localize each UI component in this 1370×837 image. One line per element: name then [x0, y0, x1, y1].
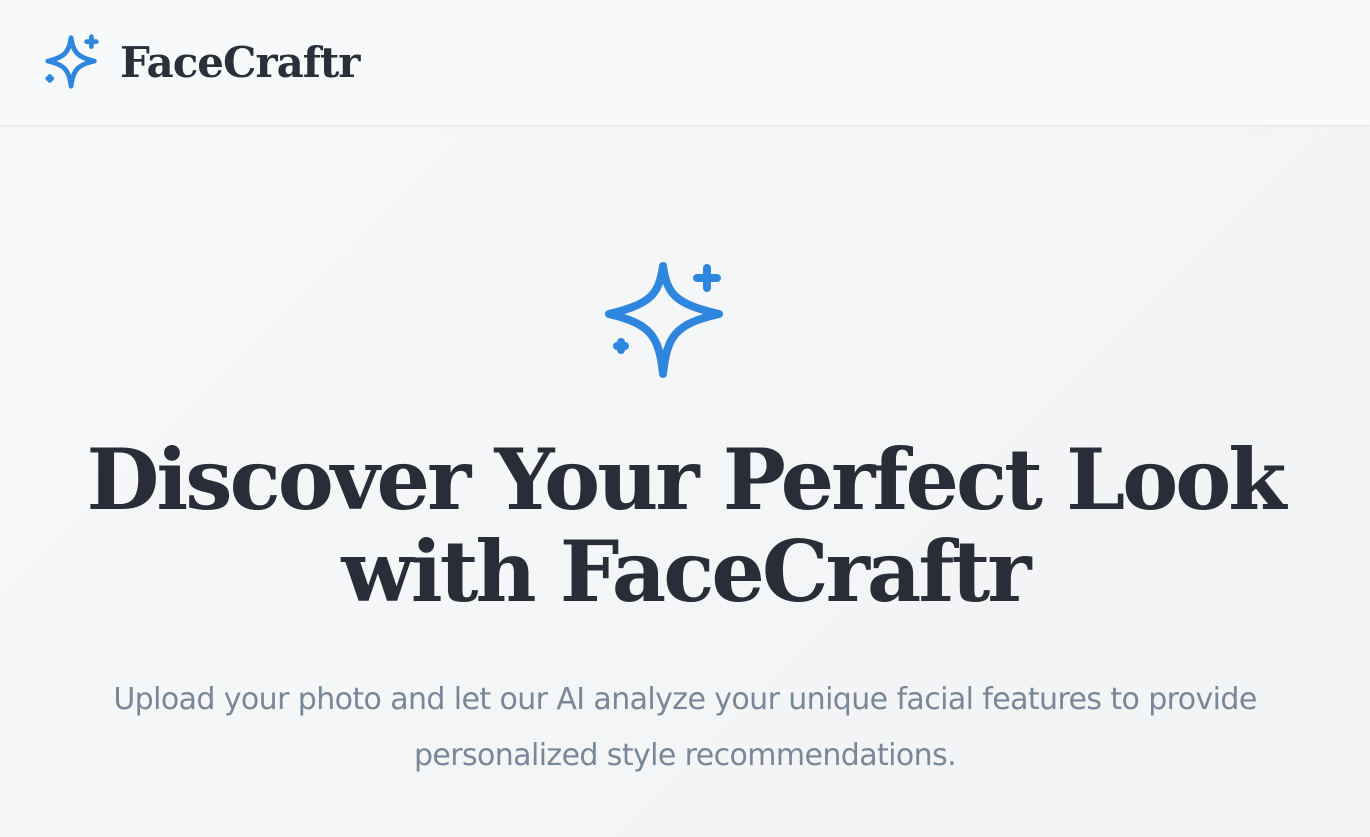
sparkles-icon — [605, 262, 723, 378]
brand-name: FaceCraftr — [120, 38, 360, 87]
hero-section: Discover Your Perfect Look with FaceCraf… — [0, 126, 1370, 837]
brand-logo[interactable]: FaceCraftr — [42, 32, 360, 94]
site-header: FaceCraftr — [0, 0, 1370, 126]
hero-subtitle: Upload your photo and let our AI analyze… — [113, 682, 1257, 773]
hero-title: Discover Your Perfect Look with FaceCraf… — [86, 430, 1287, 621]
sparkles-icon — [45, 34, 99, 89]
